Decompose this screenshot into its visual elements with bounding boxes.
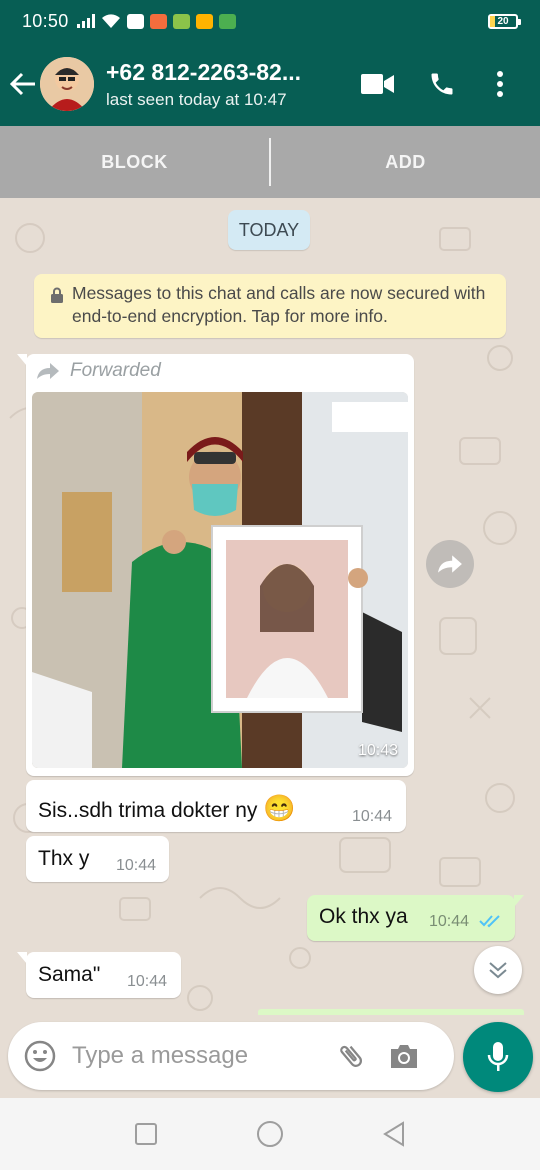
notification-icon <box>149 13 167 29</box>
message-photo[interactable]: 10:43 <box>32 392 408 768</box>
voice-call-button[interactable] <box>410 42 474 126</box>
forward-button[interactable] <box>426 540 474 588</box>
message-time: 10:43 <box>357 742 398 759</box>
last-seen: last seen today at 10:47 <box>106 89 287 109</box>
read-ticks-icon <box>479 915 500 928</box>
notification-icon <box>195 13 213 29</box>
status-time: 10:50 <box>22 10 69 31</box>
text-message[interactable]: Sama" 10:44 <box>17 952 181 998</box>
attach-button[interactable] <box>326 1022 376 1090</box>
camera-icon <box>391 1045 417 1068</box>
forwarded-label: Forwarded <box>36 360 161 382</box>
forwarded-icon <box>37 363 59 379</box>
avatar-image <box>40 57 94 111</box>
voice-message-button[interactable] <box>463 1022 533 1092</box>
unknown-contact-bar: BLOCK ADD <box>0 126 540 198</box>
scroll-to-bottom-button[interactable] <box>474 946 522 994</box>
chat-area[interactable]: TODAY Messages to this chat and calls ar… <box>0 198 540 1098</box>
message-time: 10:44 <box>127 973 168 990</box>
battery-icon: 20 <box>488 13 521 29</box>
image-message[interactable]: Forwarded 10:43 <box>17 354 414 776</box>
text-message[interactable]: Sis..sdh trima dokter ny 😁 10:44 <box>26 780 406 832</box>
lock-icon <box>51 287 63 303</box>
back-nav-button[interactable] <box>382 1121 406 1147</box>
message-time: 10:44 <box>352 808 393 825</box>
recents-button[interactable] <box>134 1122 158 1146</box>
chat-notification-icon <box>218 13 236 29</box>
avatar[interactable] <box>40 57 94 111</box>
mic-icon <box>487 1042 509 1071</box>
message-input[interactable] <box>72 1042 322 1070</box>
battery-level: 20 <box>497 15 509 27</box>
video-call-icon <box>361 74 394 94</box>
message-time: 10:44 <box>429 913 470 930</box>
chat-header: +62 812-2263-82... last seen today at 10… <box>0 42 540 126</box>
outgoing-message-edge <box>258 1009 524 1015</box>
emoji-icon <box>24 1040 56 1072</box>
notification-icon <box>172 13 190 29</box>
attach-icon <box>340 1045 362 1067</box>
encryption-notice[interactable]: Messages to this chat and calls are now … <box>34 274 506 338</box>
status-bar: 10:50 20 <box>0 0 540 42</box>
phone-call-icon <box>431 73 453 95</box>
photo-image <box>32 392 408 768</box>
text-message[interactable]: Thx y 10:44 <box>26 836 169 882</box>
emoji-button[interactable] <box>8 1022 72 1090</box>
contact-name: +62 812-2263-82... <box>106 58 302 85</box>
message-text: Thx y <box>38 847 90 870</box>
grinning-emoji: 😁 <box>263 793 296 823</box>
contact-info[interactable]: +62 812-2263-82... last seen today at 10… <box>106 59 346 110</box>
block-button[interactable]: BLOCK <box>0 152 269 173</box>
system-nav-bar <box>0 1098 540 1170</box>
message-text: Sama" <box>38 963 101 986</box>
camera-button[interactable] <box>376 1022 432 1090</box>
status-icons <box>76 13 236 29</box>
wifi-icon <box>101 14 120 28</box>
encryption-notice-text: Messages to this chat and calls are now … <box>72 283 486 326</box>
back-arrow-icon <box>10 72 35 96</box>
forwarded-text: Forwarded <box>70 360 161 381</box>
signal-icon <box>76 14 95 28</box>
forward-icon <box>438 555 462 573</box>
outgoing-message[interactable]: Ok thx ya 10:44 <box>307 895 524 941</box>
message-time: 10:44 <box>116 857 157 874</box>
double-chevron-down-icon <box>489 962 507 979</box>
video-call-button[interactable] <box>346 42 410 126</box>
message-composer <box>8 1022 454 1090</box>
battery-fill <box>490 15 496 27</box>
date-chip: TODAY <box>228 210 310 250</box>
message-text: Sis..sdh trima dokter ny 😁 <box>38 793 296 824</box>
more-options-icon <box>497 71 503 97</box>
more-options-button[interactable] <box>474 42 526 126</box>
message-body: Sis..sdh trima dokter ny <box>38 799 258 822</box>
home-button[interactable] <box>256 1120 284 1148</box>
add-contact-button[interactable]: ADD <box>271 152 540 173</box>
notification-icon <box>126 13 144 29</box>
message-text: Ok thx ya <box>319 905 408 928</box>
